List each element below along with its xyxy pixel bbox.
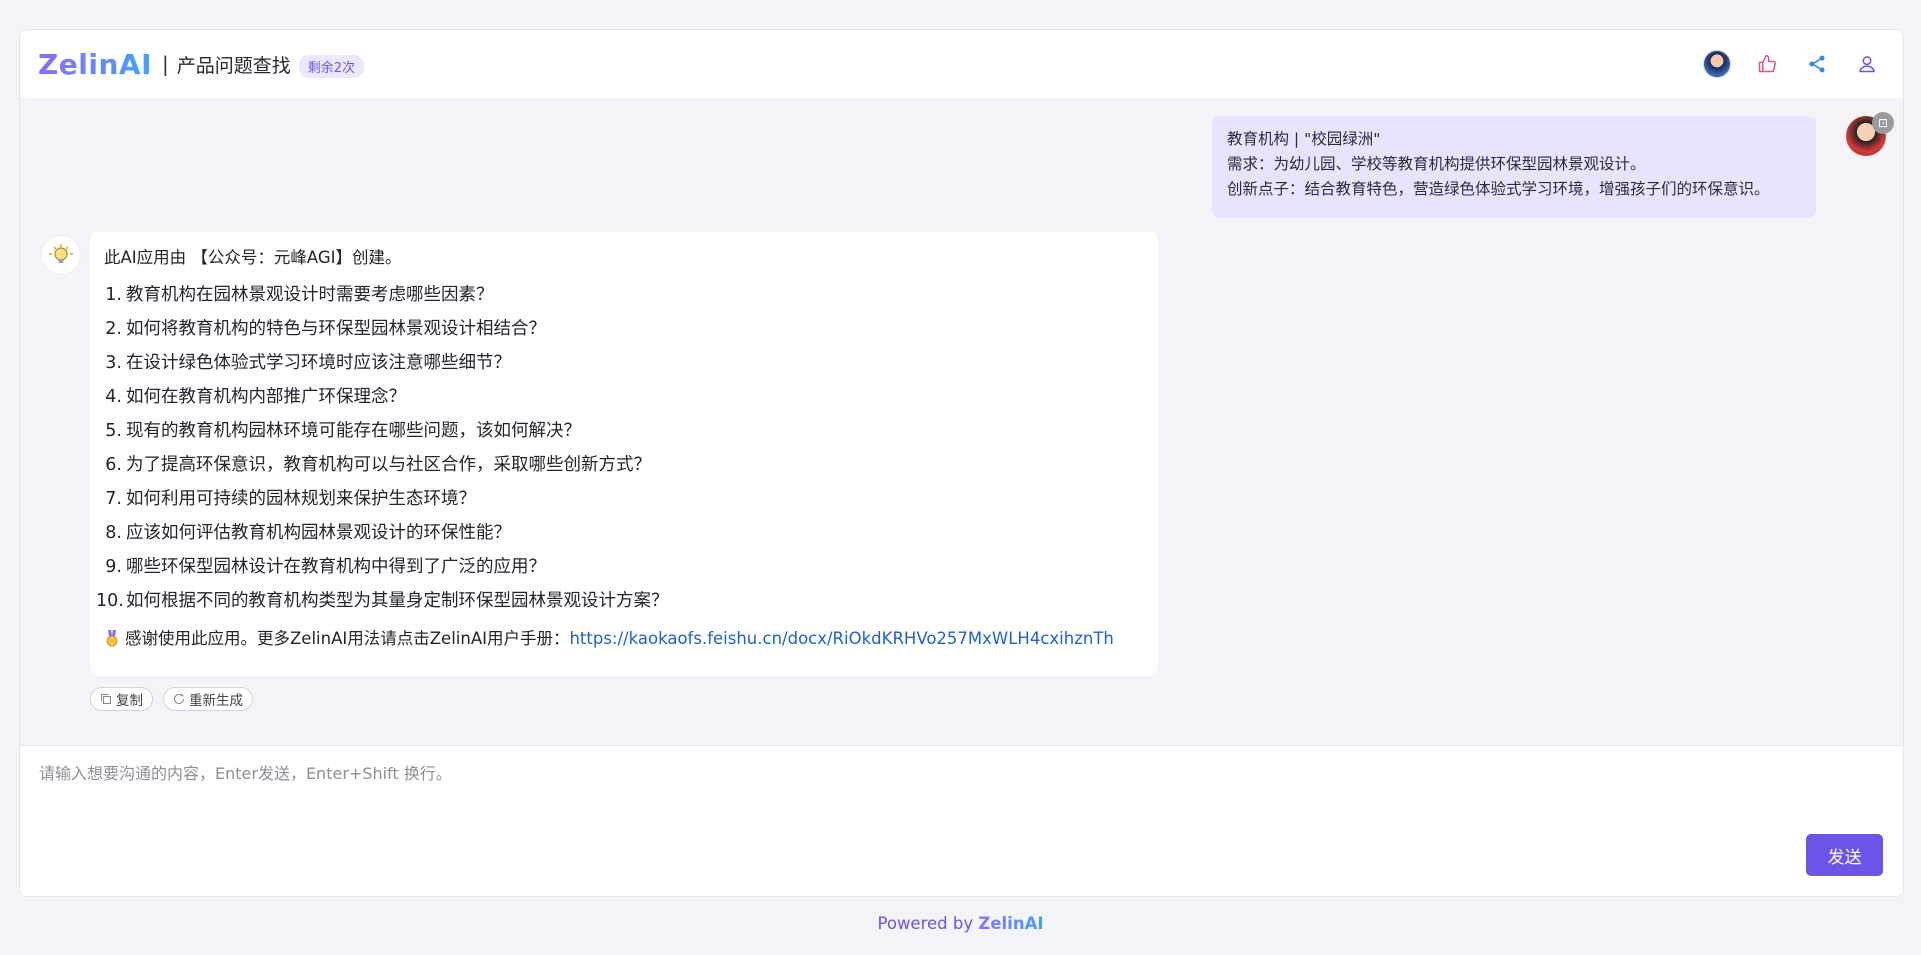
list-item: 教育机构在园林景观设计时需要考虑哪些因素？: [104, 278, 494, 312]
user-avatar-badge-icon: ⊡: [1872, 112, 1894, 134]
list-item: 哪些环保型园林设计在教育机构中得到了广泛的应用？: [104, 550, 546, 584]
chat-area[interactable]: 教育机构 | "校园绿洲" 需求：为幼儿园、学校等教育机构提供环保型园林景观设计…: [20, 99, 1903, 745]
copy-label: 复制: [116, 693, 143, 709]
user-message-line: 创新点子：结合教育特色，营造绿色体验式学习环境，增强孩子们的环保意识。: [1227, 180, 1770, 198]
user-icon: [1859, 56, 1875, 73]
list-item: 如何将教育机构的特色与环保型园林景观设计相结合？: [104, 312, 546, 346]
bot-avatar: [41, 235, 81, 275]
user-button[interactable]: [1853, 50, 1881, 78]
user-message-bubble: 教育机构 | "校园绿洲" 需求：为幼儿园、学校等教育机构提供环保型园林景观设计…: [1212, 116, 1816, 218]
list-item: 如何利用可持续的园林规划来保护生态环境？: [104, 482, 476, 516]
user-message-line: 需求：为幼儿园、学校等教育机构提供环保型园林景观设计。: [1227, 155, 1646, 173]
user-message-line: 教育机构 | "校园绿洲": [1227, 130, 1381, 148]
header-actions: [1703, 30, 1881, 98]
thanks-text: 感谢使用此应用。更多ZelinAI用法请点击ZelinAI用户手册：: [125, 629, 570, 648]
thanks-line: 感谢使用此应用。更多ZelinAI用法请点击ZelinAI用户手册：https:…: [104, 627, 1144, 651]
powered-by-text: Powered by: [877, 914, 979, 933]
question-list: 教育机构在园林景观设计时需要考虑哪些因素？ 如何将教育机构的特色与环保型园林景观…: [96, 278, 1144, 618]
list-item: 如何根据不同的教育机构类型为其量身定制环保型园林景观设计方案？: [96, 584, 669, 618]
list-item: 如何在教育机构内部推广环保理念？: [104, 380, 406, 414]
footer-brand-logo[interactable]: ZelinAI: [978, 914, 1043, 933]
list-item: 现有的教育机构园林环境可能存在哪些问题，该如何解决？: [104, 414, 581, 448]
regenerate-button[interactable]: 重新生成: [163, 687, 253, 711]
lightbulb-icon: [49, 244, 73, 263]
app-header: ZelinAI | 产品问题查找 剩余2次: [20, 30, 1903, 99]
title-separator: |: [162, 52, 169, 76]
message-actions: 复制 重新生成: [90, 687, 253, 711]
header-avatar-button[interactable]: [1703, 50, 1731, 78]
refresh-icon: [174, 693, 184, 704]
app-window: ZelinAI | 产品问题查找 剩余2次 教育机构 | "校园绿洲" 需求：为…: [19, 29, 1904, 897]
like-button[interactable]: [1753, 50, 1781, 78]
copy-icon: [101, 694, 111, 704]
copy-button[interactable]: 复制: [90, 687, 153, 711]
bot-message-bubble: 此AI应用由 【公众号：元峰AGI】创建。 教育机构在园林景观设计时需要考虑哪些…: [90, 232, 1158, 676]
message-input[interactable]: [20, 746, 1858, 864]
footer: Powered by ZelinAI: [0, 914, 1921, 933]
composer: 发送: [20, 745, 1903, 896]
thumbs-up-icon: [1758, 54, 1776, 73]
send-button[interactable]: 发送: [1806, 834, 1883, 876]
list-item: 应该如何评估教育机构园林景观设计的环保性能？: [104, 516, 511, 550]
zelinai-logo[interactable]: ZelinAI: [38, 48, 152, 81]
user-manual-link[interactable]: https://kaokaofs.feishu.cn/docx/RiOkdKRH…: [569, 629, 1113, 648]
list-item: 在设计绿色体验式学习环境时应该注意哪些细节？: [104, 346, 511, 380]
app-title: 产品问题查找: [176, 54, 291, 77]
avatar-icon: [1703, 50, 1731, 78]
regenerate-label: 重新生成: [189, 693, 243, 709]
list-item: 为了提高环保意识，教育机构可以与社区合作，采取哪些创新方式？: [104, 448, 651, 482]
quota-badge: 剩余2次: [298, 54, 365, 78]
medal-icon: [106, 630, 118, 647]
share-icon: [1809, 55, 1825, 73]
share-button[interactable]: [1803, 50, 1831, 78]
bot-intro-text: 此AI应用由 【公众号：元峰AGI】创建。: [104, 248, 402, 267]
